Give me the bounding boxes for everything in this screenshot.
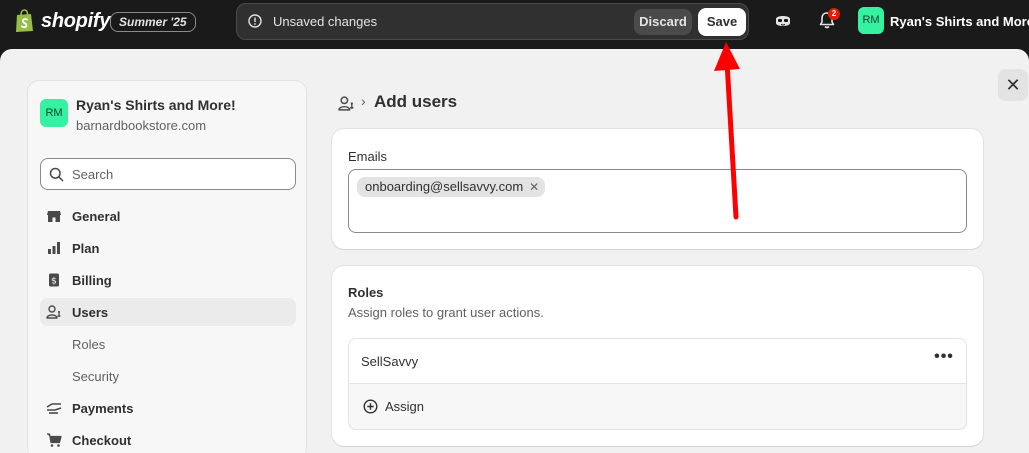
shopify-wordmark: shopify: [41, 9, 111, 32]
roles-title: Roles: [348, 285, 384, 300]
sidebar-item-payments[interactable]: Payments: [40, 394, 296, 422]
cart-icon: [47, 433, 62, 447]
roles-card: Roles Assign roles to grant user actions…: [332, 266, 983, 446]
shopify-bag-icon: [16, 9, 33, 32]
settings-search[interactable]: [40, 158, 296, 190]
page-title: Add users: [374, 92, 458, 111]
emails-card: Emails onboarding@sellsavvy.com ✕: [332, 129, 983, 249]
store-avatar[interactable]: RM: [858, 7, 884, 34]
top-bar: shopify Summer '25 Unsaved changes Disca…: [0, 0, 1029, 45]
contextual-save-bar: Unsaved changes Discard Save: [236, 3, 749, 40]
save-button[interactable]: Save: [698, 8, 746, 36]
assigned-roles-list: SellSavvy ••• Assign: [348, 338, 967, 430]
search-icon: [49, 167, 64, 182]
alert-circle-icon: [248, 14, 262, 28]
settings-sidebar: RM Ryan's Shirts and More! barnardbookst…: [27, 80, 307, 453]
email-tag-text: onboarding@sellsavvy.com: [365, 179, 524, 194]
sidebar-item-label: Payments: [72, 401, 134, 416]
search-input[interactable]: [72, 165, 287, 183]
sidebar-item-label: Users: [72, 305, 109, 320]
users-icon: [46, 305, 61, 319]
billing-icon: $: [49, 273, 59, 287]
role-name: SellSavvy: [361, 354, 419, 369]
plan-icon: [48, 242, 60, 254]
users-breadcrumb-icon[interactable]: [338, 95, 355, 112]
payments-icon: [46, 403, 62, 414]
store-menu-name[interactable]: Ryan's Shirts and More!: [890, 14, 1029, 29]
settings-modal: ✕ RM Ryan's Shirts and More! barnardbook…: [0, 49, 1029, 453]
unsaved-changes-message: Unsaved changes: [273, 14, 378, 29]
close-icon: ✕: [1005, 75, 1021, 95]
sidebar-item-label: Billing: [72, 273, 112, 288]
plus-circle-icon: [363, 399, 378, 414]
sidebar-item-users[interactable]: Users: [40, 298, 296, 326]
sidebar-item-label: Plan: [72, 241, 100, 256]
breadcrumb-separator: ›: [361, 93, 366, 109]
email-tag: onboarding@sellsavvy.com ✕: [357, 177, 546, 197]
close-settings-button[interactable]: ✕: [998, 69, 1028, 101]
notification-count-badge: 2: [828, 8, 840, 20]
emails-label: Emails: [348, 149, 388, 164]
list-item: SellSavvy •••: [349, 339, 966, 384]
store-name: Ryan's Shirts and More!: [76, 97, 236, 113]
roles-description: Assign roles to grant user actions.: [348, 305, 544, 320]
assign-label: Assign: [385, 399, 425, 414]
remove-tag-icon[interactable]: ✕: [529, 177, 539, 197]
sidebar-item-label: General: [72, 209, 121, 224]
shopify-logo[interactable]: shopify: [14, 9, 110, 33]
edition-badge[interactable]: Summer '25: [110, 12, 196, 32]
annotation-arrow: [714, 42, 740, 220]
svg-text:$: $: [51, 277, 57, 287]
sidebar-item-security[interactable]: Security: [40, 362, 296, 390]
sidebar-item-label: Roles: [72, 337, 106, 352]
emails-field[interactable]: onboarding@sellsavvy.com ✕: [348, 169, 967, 233]
sidebar-item-checkout[interactable]: Checkout: [40, 426, 296, 453]
sidebar-item-plan[interactable]: Plan: [40, 234, 296, 262]
store-domain: barnardbookstore.com: [76, 118, 207, 133]
sidebar-item-general[interactable]: General: [40, 202, 296, 230]
sidebar-item-billing[interactable]: $ Billing: [40, 266, 296, 294]
store-icon: [47, 211, 61, 222]
store-avatar: RM: [40, 99, 68, 127]
discard-button[interactable]: Discard: [634, 9, 692, 35]
more-actions-icon[interactable]: •••: [933, 349, 955, 371]
sidebar-item-roles[interactable]: Roles: [40, 330, 296, 358]
sidebar-item-label: Security: [72, 369, 119, 384]
sidekick-icon[interactable]: [774, 12, 792, 30]
sidebar-item-label: Checkout: [72, 433, 132, 448]
